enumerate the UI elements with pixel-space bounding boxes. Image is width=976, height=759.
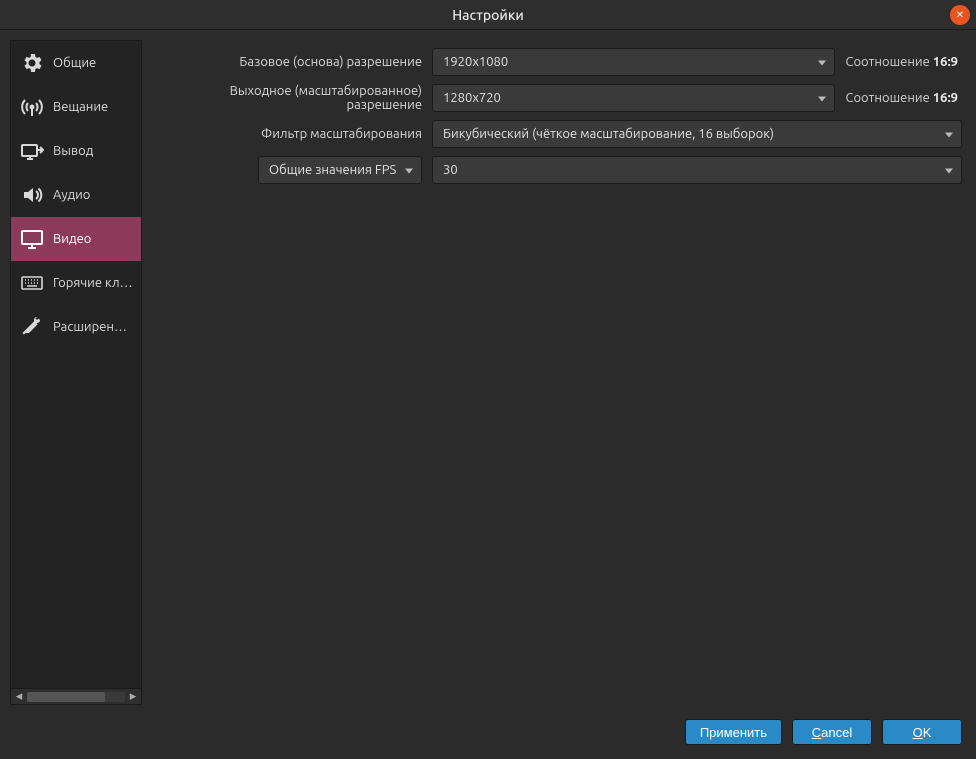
- combo-fps-type[interactable]: Общие значения FPS: [258, 156, 422, 184]
- row-downscale-filter: Фильтр масштабирования Бикубический (чёт…: [154, 120, 962, 148]
- sidebar-item-hotkeys[interactable]: Горячие клавиши: [11, 261, 141, 305]
- sidebar-item-general[interactable]: Общие: [11, 41, 141, 85]
- titlebar: Настройки: [0, 0, 976, 30]
- monitor-icon: [19, 226, 45, 252]
- sidebar-scrollbar[interactable]: ◂ ▸: [11, 688, 141, 704]
- tools-icon: [19, 314, 45, 340]
- scroll-left-icon[interactable]: ◂: [13, 691, 25, 703]
- antenna-icon: [19, 94, 45, 120]
- sidebar-item-label: Общие: [53, 56, 96, 70]
- sidebar-item-label: Горячие клавиши: [53, 276, 133, 290]
- sidebar-item-label: Расширенные: [53, 320, 133, 334]
- sidebar-list: Общие Вещание Вывод Аудио: [11, 41, 141, 688]
- sidebar-item-advanced[interactable]: Расширенные: [11, 305, 141, 349]
- sidebar-item-label: Аудио: [53, 188, 90, 202]
- label-output-resolution: Выходное (масштабированное) разрешение: [154, 84, 422, 112]
- row-base-resolution: Базовое (основа) разрешение 1920x1080 Со…: [154, 48, 962, 76]
- gear-icon: [19, 50, 45, 76]
- settings-panel-video: Базовое (основа) разрешение 1920x1080 Со…: [150, 40, 966, 705]
- combo-base-resolution[interactable]: 1920x1080: [432, 48, 835, 76]
- aspect-output: Соотношение 16:9: [845, 91, 962, 105]
- combo-value: 1280x720: [443, 91, 501, 105]
- sidebar-item-label: Вывод: [53, 144, 93, 158]
- aspect-value: 16:9: [933, 91, 958, 105]
- dialog-body: Общие Вещание Вывод Аудио: [0, 30, 976, 715]
- button-label: Применить: [700, 725, 767, 740]
- sidebar: Общие Вещание Вывод Аудио: [10, 40, 142, 705]
- combo-value: 30: [443, 163, 458, 177]
- button-label: OK: [913, 725, 932, 740]
- combo-value: Общие значения FPS: [269, 163, 396, 177]
- sidebar-item-video[interactable]: Видео: [11, 217, 141, 261]
- label-base-resolution: Базовое (основа) разрешение: [154, 55, 422, 69]
- speaker-icon: [19, 182, 45, 208]
- combo-fps-value[interactable]: 30: [432, 156, 962, 184]
- combo-value: 1920x1080: [443, 55, 508, 69]
- sidebar-item-audio[interactable]: Аудио: [11, 173, 141, 217]
- aspect-value: 16:9: [933, 55, 958, 69]
- combo-output-resolution[interactable]: 1280x720: [432, 84, 835, 112]
- cancel-button[interactable]: Cancel: [792, 719, 872, 745]
- sidebar-item-stream[interactable]: Вещание: [11, 85, 141, 129]
- apply-button[interactable]: Применить: [685, 719, 782, 745]
- button-label: Cancel: [812, 725, 852, 740]
- keyboard-icon: [19, 270, 45, 296]
- aspect-label: Соотношение: [845, 55, 929, 69]
- ok-button[interactable]: OK: [882, 719, 962, 745]
- row-fps: Общие значения FPS 30: [154, 156, 962, 184]
- combo-value: Бикубический (чёткое масштабирование, 16…: [443, 127, 774, 141]
- sidebar-item-label: Вещание: [53, 100, 108, 114]
- combo-downscale-filter[interactable]: Бикубический (чёткое масштабирование, 16…: [432, 120, 962, 148]
- label-downscale-filter: Фильтр масштабирования: [154, 127, 422, 141]
- window-title: Настройки: [452, 7, 524, 23]
- scroll-thumb[interactable]: [27, 692, 105, 702]
- sidebar-item-output[interactable]: Вывод: [11, 129, 141, 173]
- scroll-track[interactable]: [27, 692, 125, 702]
- output-icon: [19, 138, 45, 164]
- scroll-right-icon[interactable]: ▸: [127, 691, 139, 703]
- aspect-label: Соотношение: [845, 91, 929, 105]
- aspect-base: Соотношение 16:9: [845, 55, 962, 69]
- sidebar-item-label: Видео: [53, 232, 91, 246]
- close-icon[interactable]: [950, 5, 970, 25]
- dialog-footer: Применить Cancel OK: [0, 715, 976, 759]
- row-output-resolution: Выходное (масштабированное) разрешение 1…: [154, 84, 962, 112]
